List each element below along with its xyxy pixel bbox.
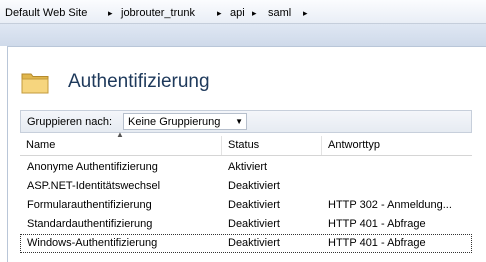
breadcrumb-item-site[interactable]: Default Web Site [5,6,87,20]
cell-name: ASP.NET-Identitätswechsel [27,180,161,192]
column-header-name[interactable]: Name [20,136,221,155]
group-by-value: Keine Gruppierung [128,116,221,128]
cell-status: Deaktiviert [228,199,280,211]
cell-status: Aktiviert [228,161,268,173]
cell-name: Standardauthentifizierung [27,218,153,230]
breadcrumb: Default Web Site ▸ jobrouter_trunk ▸ api… [0,0,486,24]
table-row[interactable]: ASP.NET-Identitätswechsel Deaktiviert [20,177,472,196]
group-by-toolbar: Gruppieren nach: Keine Gruppierung ▼ [20,110,472,133]
chevron-right-icon[interactable]: ▸ [252,6,257,20]
cell-name: Windows-Authentifizierung [27,237,158,249]
chevron-right-icon[interactable]: ▸ [217,6,222,20]
table-row[interactable]: Standardauthentifizierung Deaktiviert HT… [20,215,472,234]
header-band [0,24,486,46]
chevron-right-icon[interactable]: ▸ [108,6,113,20]
group-by-label: Gruppieren nach: [27,116,112,128]
cell-name: Anonyme Authentifizierung [27,161,158,173]
cell-status: Deaktiviert [228,218,280,230]
cell-status: Deaktiviert [228,180,280,192]
cell-response-type: HTTP 302 - Anmeldung... [328,199,452,211]
cell-status: Deaktiviert [228,237,280,249]
column-header-response-type[interactable]: Antworttyp [321,136,471,155]
folder-icon [21,73,49,94]
page-title: Authentifizierung [68,71,210,92]
dropdown-arrow-icon[interactable]: ▼ [235,115,243,128]
group-by-select[interactable]: Keine Gruppierung ▼ [123,113,247,130]
cell-name: Formularauthentifizierung [27,199,152,211]
breadcrumb-item-saml[interactable]: saml [268,6,291,20]
breadcrumb-item-app[interactable]: jobrouter_trunk [121,6,195,20]
table-row-selected[interactable]: Windows-Authentifizierung Deaktiviert HT… [20,234,472,253]
breadcrumb-item-api[interactable]: api [230,6,245,20]
chevron-right-icon[interactable]: ▸ [303,6,308,20]
table-header: Name Status Antworttyp [20,136,472,156]
table-row[interactable]: Anonyme Authentifizierung Aktiviert [20,158,472,177]
table-row[interactable]: Formularauthentifizierung Deaktiviert HT… [20,196,472,215]
column-header-status[interactable]: Status [221,136,321,155]
cell-response-type: HTTP 401 - Abfrage [328,237,426,249]
cell-response-type: HTTP 401 - Abfrage [328,218,426,230]
